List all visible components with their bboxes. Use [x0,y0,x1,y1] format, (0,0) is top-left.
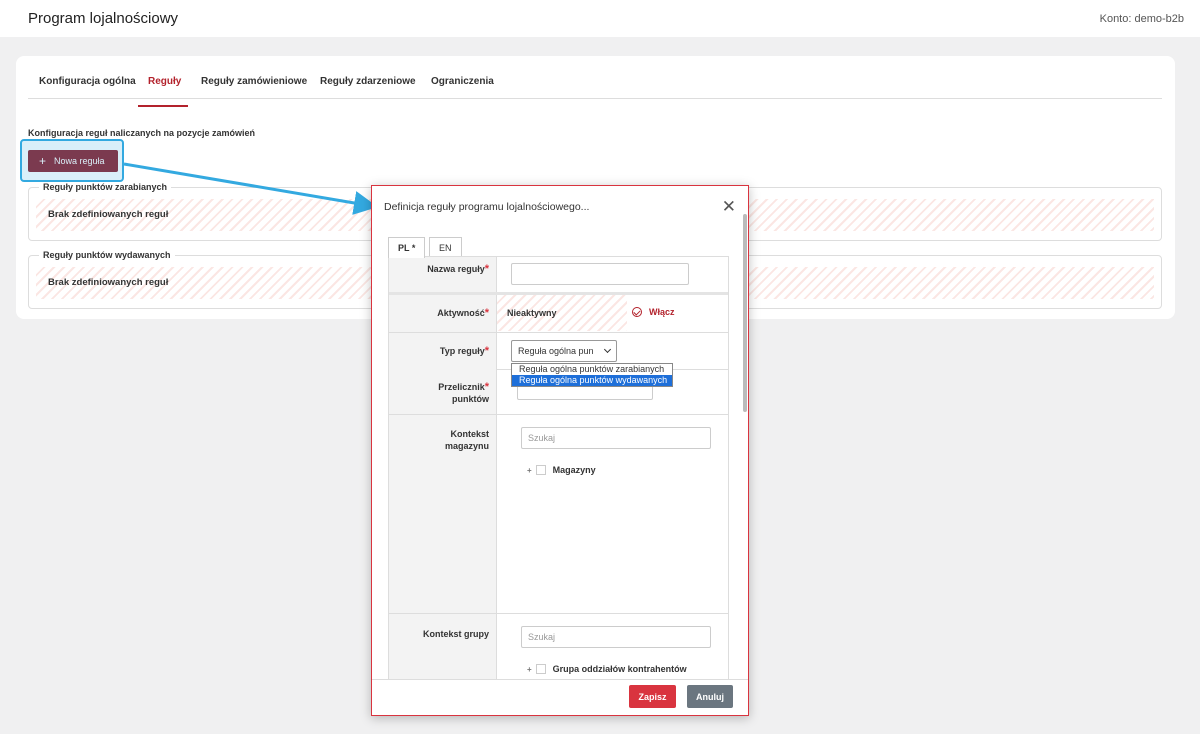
chevron-down-icon [603,345,612,354]
tab-lang-en[interactable]: EN [429,237,462,258]
tree-item-label: Grupa oddziałów kontrahentów [552,664,687,674]
rule-type-value: Reguła ogólna pun [518,346,594,356]
earned-points-legend: Reguły punktów zarabianych [39,182,172,192]
rule-type-select[interactable]: Reguła ogólna pun [511,340,617,362]
active-tab-indicator [138,105,188,107]
rule-name-label: Nazwa reguły* [427,263,489,275]
row-divider [389,332,728,333]
tab-rules[interactable]: Reguły [148,76,181,87]
tab-bar: Konfiguracja ogólna Reguły Reguły zamówi… [28,66,1162,107]
expand-icon[interactable]: + [527,466,532,475]
modal-scrollbar[interactable] [743,214,747,412]
account-label: Konto: demo-b2b [1099,13,1184,25]
rule-type-option-spent[interactable]: Reguła ogólna punktów wydawanych [512,375,672,386]
warehouse-context-label: Kontekst magazynu [444,429,489,451]
rule-name-input[interactable] [511,263,689,285]
top-bar: Program lojalnościowy Konto: demo-b2b [0,0,1200,37]
activity-label: Aktywność* [437,307,489,319]
group-context-label: Kontekst grupy [422,629,489,639]
page-title: Program lojalnościowy [28,10,179,27]
modal-title: Definicja reguły programu lojalnościoweg… [384,201,590,213]
tree-item-customer-groups: + Grupa oddziałów kontrahentów [527,664,687,674]
tree-item-warehouses: + Magazyny [527,465,596,475]
rule-type-dropdown: Reguła ogólna punktów zarabianych Reguła… [511,363,673,387]
group-search-input[interactable]: Szukaj [521,626,711,648]
rule-type-label: Typ reguły* [439,345,489,357]
activity-status: Nieaktywny [497,295,627,331]
tab-lang-pl[interactable]: PL * [388,237,426,258]
rule-definition-modal: Definicja reguły programu lojalnościoweg… [371,185,749,716]
enable-toggle[interactable]: Włącz [632,307,675,317]
row-divider [389,613,728,614]
rule-form: Nazwa reguły* Aktywność* Nieaktywny Włąc… [388,256,729,680]
button-highlight [20,139,124,182]
expand-icon[interactable]: + [527,665,532,674]
form-label-column [389,257,497,679]
tab-event-rules[interactable]: Reguły zdarzeniowe [320,76,416,87]
spent-points-legend: Reguły punktów wydawanych [39,250,175,260]
enable-toggle-label: Włącz [649,307,675,317]
converter-label: Przelicznik* punktów [438,381,489,404]
modal-footer-divider [372,679,748,680]
save-button[interactable]: Zapisz [629,685,676,708]
tab-general-config[interactable]: Konfiguracja ogólna [39,76,136,87]
tab-order-rules[interactable]: Reguły zamówieniowe [201,76,307,87]
section-title: Konfiguracja reguł naliczanych na pozycj… [28,128,256,138]
warehouses-checkbox[interactable] [535,465,546,475]
customer-groups-checkbox[interactable] [535,664,546,674]
tab-limits[interactable]: Ograniczenia [431,76,494,87]
rule-type-option-earned[interactable]: Reguła ogólna punktów zarabianych [512,364,672,375]
row-divider [389,414,728,415]
check-circle-icon [632,307,642,317]
cancel-button[interactable]: Anuluj [687,685,733,708]
warehouse-search-input[interactable]: Szukaj [521,427,711,449]
tree-item-label: Magazyny [552,465,596,475]
close-icon[interactable]: ✕ [722,198,736,215]
